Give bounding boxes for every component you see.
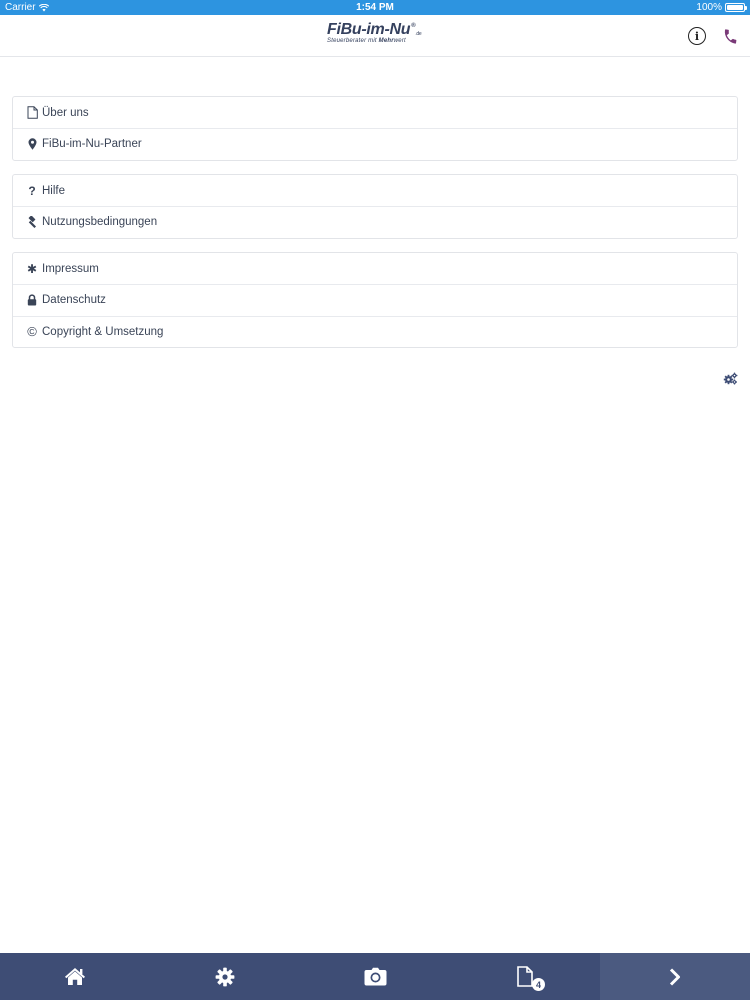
bottom-tab-bar: 4 bbox=[0, 953, 750, 1000]
gear-icon bbox=[215, 967, 235, 986]
menu-item-label: Copyright & Umsetzung bbox=[42, 325, 164, 338]
camera-icon bbox=[364, 967, 386, 986]
logo-registered-mark: ® bbox=[411, 23, 416, 29]
app-header: FiBu-im-Nu ® .de Steuerberater mit Mehrwer… bbox=[0, 15, 750, 57]
status-bar: Carrier 1:54 PM 100% bbox=[0, 0, 750, 15]
chevron-right-icon bbox=[669, 967, 680, 986]
tab-next[interactable] bbox=[600, 953, 750, 1000]
asterisk-icon: ✱ bbox=[26, 261, 38, 276]
menu-item-label: Datenschutz bbox=[42, 294, 106, 307]
tab-home[interactable] bbox=[0, 953, 150, 1000]
menu-item-ueber-uns[interactable]: Über uns bbox=[13, 97, 737, 128]
document-icon bbox=[25, 106, 39, 120]
document-icon bbox=[517, 966, 533, 987]
menu-item-label: Nutzungsbedingungen bbox=[42, 216, 158, 229]
documents-count-badge: 4 bbox=[532, 978, 545, 991]
tab-camera[interactable] bbox=[300, 953, 450, 1000]
gavel-icon bbox=[25, 215, 39, 229]
app-logo: FiBu-im-Nu ® .de Steuerberater mit Mehrwer… bbox=[327, 21, 427, 44]
menu-item-label: FiBu-im-Nu-Partner bbox=[42, 138, 142, 151]
menu-group-about: Über uns FiBu-im-Nu-Partner bbox=[12, 96, 738, 161]
menu-item-impressum[interactable]: ✱ Impressum bbox=[13, 253, 737, 284]
menu-item-label: Hilfe bbox=[42, 184, 66, 197]
menu-item-hilfe[interactable]: ? Hilfe bbox=[13, 175, 737, 206]
cogs-icon bbox=[723, 372, 737, 384]
phone-icon bbox=[724, 28, 736, 44]
tab-settings[interactable] bbox=[150, 953, 300, 1000]
menu-item-label: Impressum bbox=[42, 262, 99, 275]
home-icon bbox=[65, 968, 85, 985]
copyright-icon: © bbox=[27, 324, 37, 340]
lock-icon bbox=[25, 293, 39, 307]
phone-button[interactable] bbox=[718, 24, 742, 48]
battery-icon bbox=[725, 3, 747, 12]
logo-tld: .de bbox=[415, 31, 422, 37]
info-circle-icon: i bbox=[688, 27, 706, 45]
map-marker-icon bbox=[25, 137, 39, 151]
battery-info: 100% bbox=[696, 2, 747, 13]
logo-wordmark: FiBu-im-Nu bbox=[327, 21, 411, 38]
menu-item-datenschutz[interactable]: Datenschutz bbox=[13, 284, 737, 315]
battery-percent: 100% bbox=[696, 2, 722, 13]
question-icon: ? bbox=[28, 183, 36, 198]
menu-item-label: Über uns bbox=[42, 106, 89, 119]
menu-item-nutzungsbedingungen[interactable]: Nutzungsbedingungen bbox=[13, 206, 737, 237]
menu-group-help: ? Hilfe Nutzungsbedingungen bbox=[12, 174, 738, 239]
settings-cogs-button[interactable] bbox=[722, 370, 738, 386]
status-time: 1:54 PM bbox=[356, 2, 394, 13]
menu-item-partner[interactable]: FiBu-im-Nu-Partner bbox=[13, 128, 737, 159]
menu-item-copyright[interactable]: © Copyright & Umsetzung bbox=[13, 315, 737, 347]
info-button[interactable]: i bbox=[685, 24, 709, 48]
tab-documents[interactable]: 4 bbox=[450, 953, 600, 1000]
logo-tagline: Steuerberater mit Mehrwert bbox=[327, 38, 406, 44]
menu-group-legal: ✱ Impressum Datenschutz © Copyright & Um… bbox=[12, 252, 738, 348]
